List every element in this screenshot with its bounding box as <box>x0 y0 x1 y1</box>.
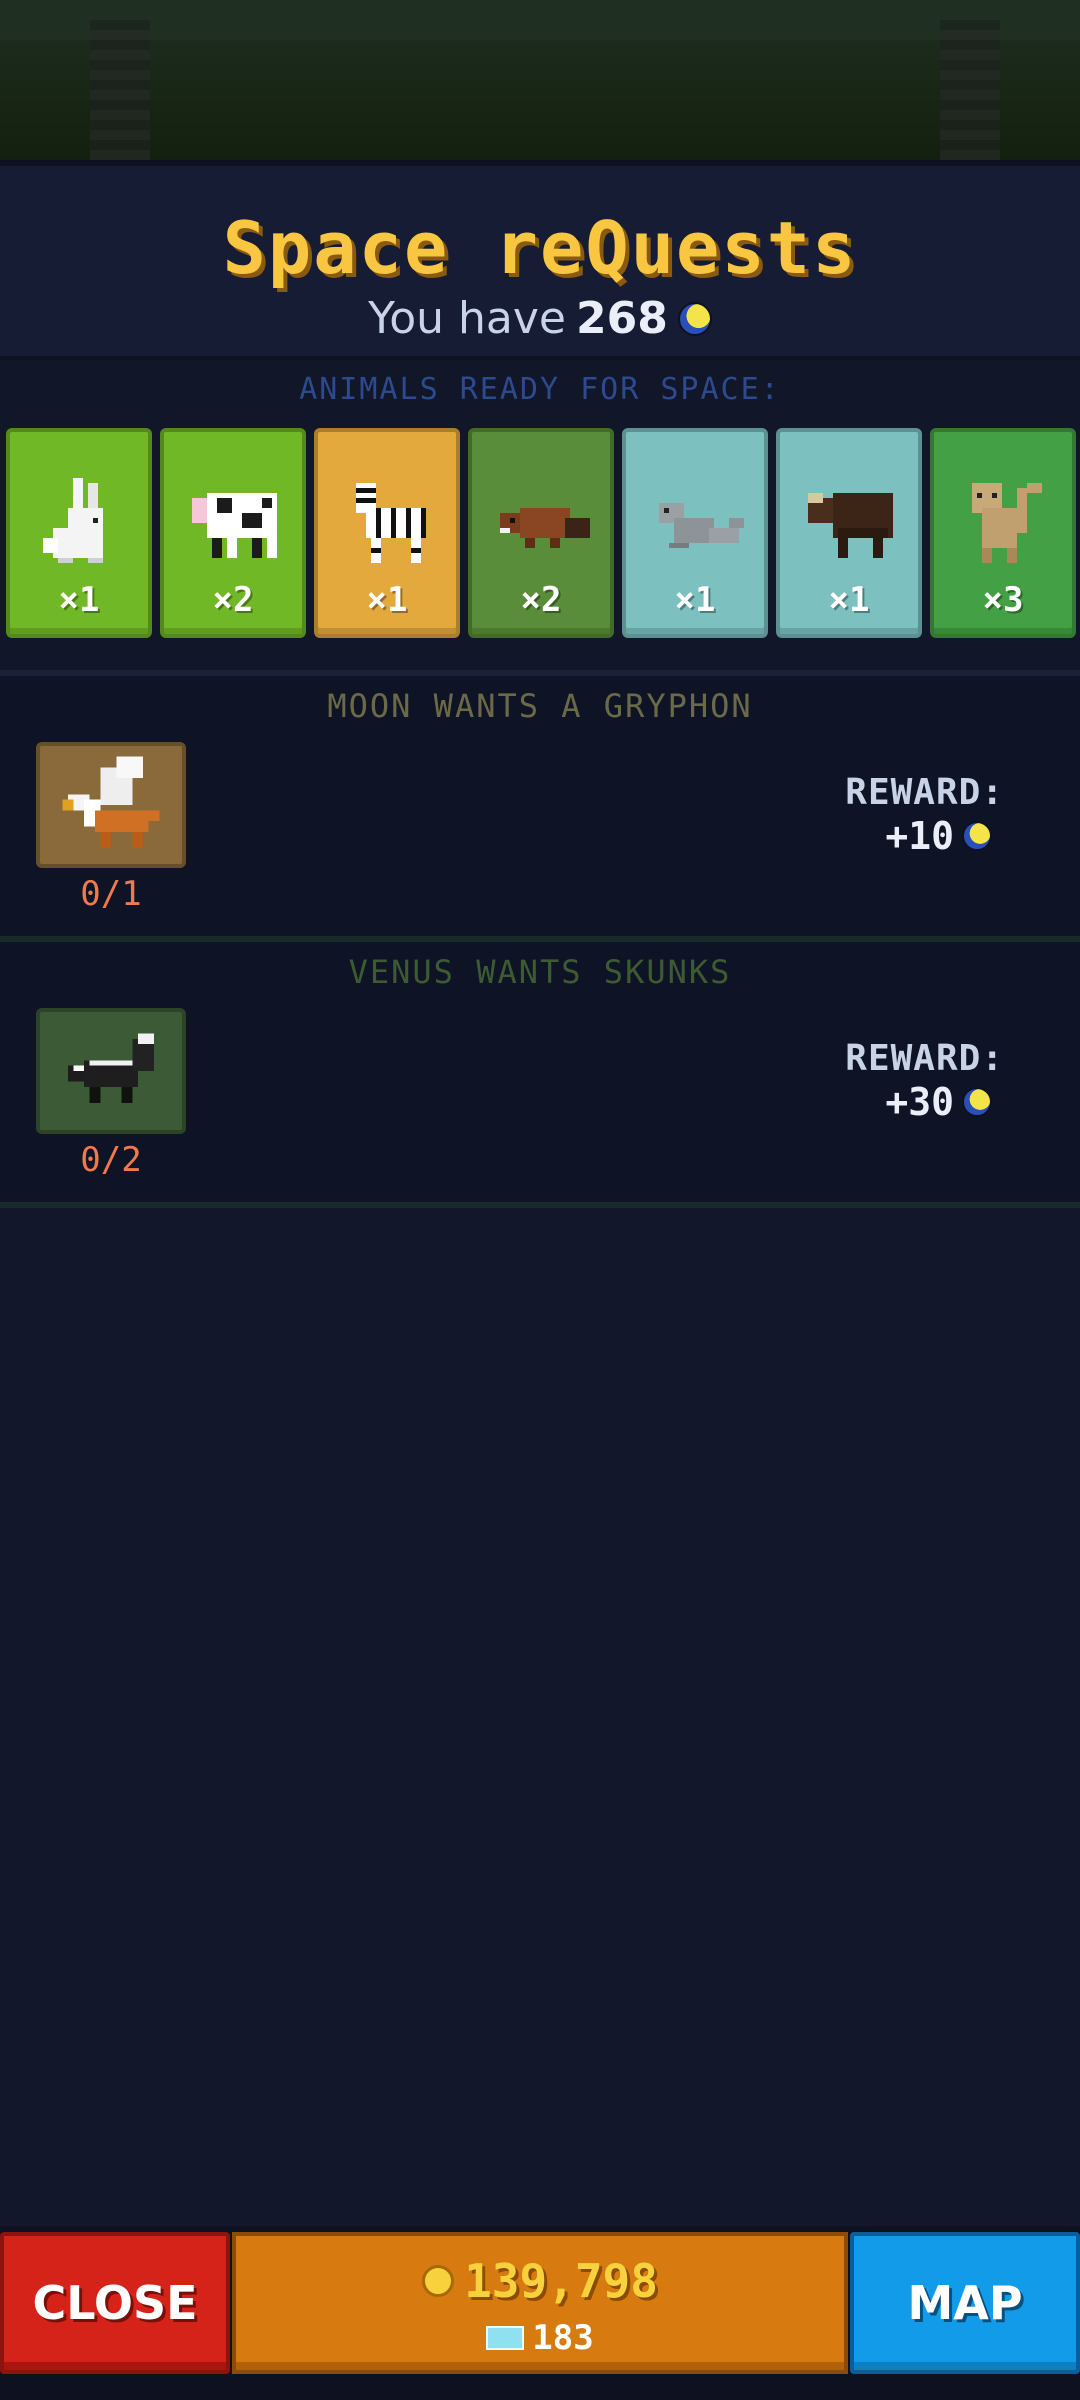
animal-card-beaver[interactable]: ×2 <box>468 428 614 638</box>
skunk-icon <box>68 1033 154 1104</box>
balance-prefix: You have <box>368 293 566 344</box>
rabbit-icon <box>43 478 103 563</box>
animal-count: ×1 <box>58 580 100 620</box>
zebra-icon <box>356 483 426 563</box>
reward-label: REWARD: <box>845 772 1004 813</box>
moon-balance-line: You have 268 <box>0 292 1080 346</box>
space-requests-screen: Space reQuests You have 268 ANIMALS READ… <box>0 0 1080 2400</box>
coins-line: 139,798 <box>236 2254 844 2308</box>
bottom-bar: CLOSE 139,798 183 MAP <box>0 2226 1080 2400</box>
scene-pillar-right <box>940 20 1000 160</box>
animals-ready-section: ANIMALS READY FOR SPACE: ×1 ×2 ×1 ×2 ×1 … <box>0 360 1080 676</box>
coins-value: 139,798 <box>464 2254 658 2308</box>
reward-amount: +30 <box>885 1080 954 1124</box>
moon-token-icon <box>962 821 992 851</box>
scene-pillar-left <box>90 20 150 160</box>
animal-card-seal[interactable]: ×1 <box>622 428 768 638</box>
animal-card-cow[interactable]: ×2 <box>160 428 306 638</box>
page-title: Space reQuests <box>222 206 858 290</box>
moon-balance-value: 268 <box>575 293 668 344</box>
musk-ox-icon <box>808 493 893 558</box>
reward-amount: +10 <box>885 814 954 858</box>
animal-card-rabbit[interactable]: ×1 <box>6 428 152 638</box>
seal-icon <box>659 503 744 548</box>
request-row-venus-skunks[interactable]: VENUS WANTS SKUNKS 0/2 REWARD: +30 <box>0 942 1080 1208</box>
reward-value: +10 <box>885 814 992 858</box>
animal-count: ×2 <box>212 580 254 620</box>
request-title: MOON WANTS A GRYPHON <box>327 687 753 725</box>
map-button[interactable]: MAP <box>850 2232 1080 2374</box>
animal-card-musk-ox[interactable]: ×1 <box>776 428 922 638</box>
space-requests-header: Space reQuests You have 268 <box>0 160 1080 360</box>
scene-top-strip <box>0 0 1080 40</box>
request-title: VENUS WANTS SKUNKS <box>348 953 732 991</box>
animals-ready-label: ANIMALS READY FOR SPACE: <box>299 372 781 407</box>
moon-token-icon <box>962 1087 992 1117</box>
monkey-icon <box>972 483 1042 563</box>
gryphon-thumbnail[interactable] <box>36 742 186 868</box>
animal-card-monkey[interactable]: ×3 <box>930 428 1076 638</box>
gryphon-icon <box>62 756 160 848</box>
animal-count: ×2 <box>520 580 562 620</box>
beaver-icon <box>500 508 590 548</box>
request-progress: 0/1 <box>80 874 142 914</box>
animal-card-zebra[interactable]: ×1 <box>314 428 460 638</box>
request-progress: 0/2 <box>80 1140 142 1180</box>
reward-label: REWARD: <box>845 1038 1004 1079</box>
skunk-thumbnail[interactable] <box>36 1008 186 1134</box>
moon-token-icon <box>677 302 712 336</box>
animal-count: ×1 <box>828 580 870 620</box>
reward-value: +30 <box>885 1080 992 1124</box>
animal-count: ×1 <box>366 580 408 620</box>
request-row-moon-gryphon[interactable]: MOON WANTS A GRYPHON 0/1 REWARD: +10 <box>0 676 1080 942</box>
cow-icon <box>192 493 277 558</box>
gems-line: 183 <box>236 2318 844 2358</box>
coin-icon <box>422 2265 455 2297</box>
animal-count: ×3 <box>982 580 1024 620</box>
gem-icon <box>486 2326 525 2350</box>
close-button[interactable]: CLOSE <box>0 2232 230 2374</box>
animal-cards-row[interactable]: ×1 ×2 ×1 ×2 ×1 ×1 ×3 <box>6 428 1080 638</box>
game-scene-background <box>0 0 1080 160</box>
gems-value: 183 <box>532 2318 594 2358</box>
currency-panel: 139,798 183 <box>232 2232 848 2374</box>
animal-count: ×1 <box>674 580 716 620</box>
